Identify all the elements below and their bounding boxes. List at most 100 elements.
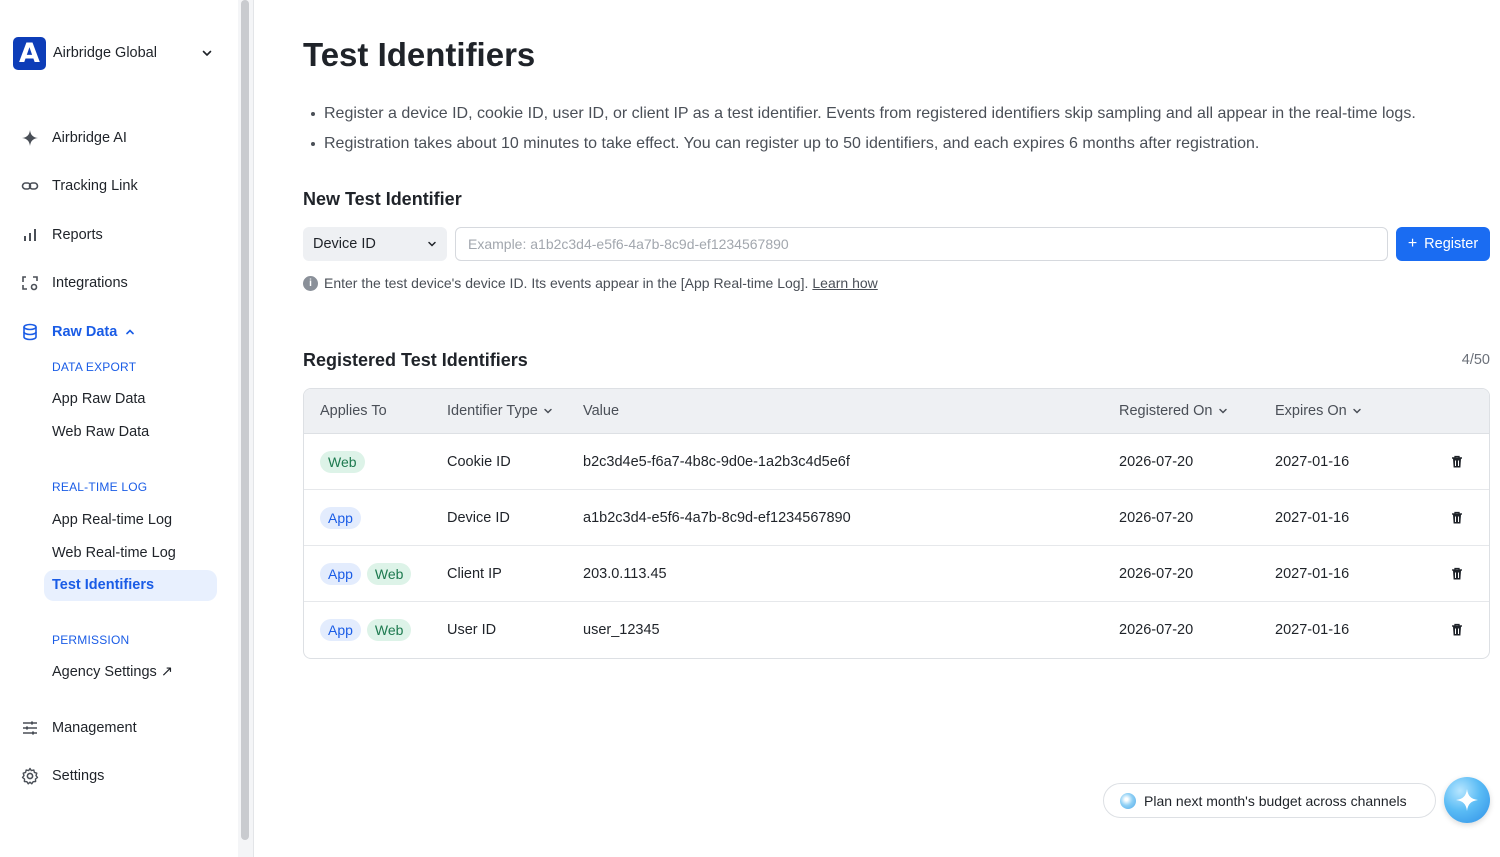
header-identifier-type[interactable]: Identifier Type: [447, 403, 553, 419]
delete-button[interactable]: [1450, 490, 1464, 546]
table-row: App Web Client IP 203.0.113.45 2026-07-2…: [304, 546, 1489, 602]
registered-on-cell: 2026-07-20: [1119, 454, 1194, 470]
expires-on-cell: 2027-01-16: [1275, 622, 1350, 638]
expires-on-cell: 2027-01-16: [1275, 510, 1350, 526]
sliders-icon: [20, 718, 40, 738]
nav-tracking-link[interactable]: Tracking Link: [20, 174, 138, 198]
sparkle-icon: [1456, 789, 1478, 811]
identifier-type-cell: Device ID: [447, 510, 510, 526]
nav-management[interactable]: Management: [20, 716, 137, 740]
sidebar-item-test-identifiers[interactable]: Test Identifiers: [44, 570, 217, 601]
platform-badge-web: Web: [366, 563, 412, 585]
nav-label: Management: [52, 720, 137, 736]
identifier-value-cell: a1b2c3d4-e5f6-4a7b-8c9d-ef1234567890: [583, 510, 851, 526]
register-label: Register: [1424, 236, 1479, 252]
sidebar-item-agency-settings[interactable]: Agency Settings ↗: [52, 664, 173, 684]
ai-orb-icon: [1120, 792, 1136, 809]
section-real-time-log: REAL-TIME LOG: [52, 480, 148, 494]
new-identifier-form: Device ID + Register: [303, 227, 1490, 261]
bar-chart-icon: [20, 225, 40, 245]
input-hint: i Enter the test device's device ID. Its…: [303, 275, 878, 291]
chevron-down-icon: [202, 50, 212, 56]
chevron-down-icon: [1352, 408, 1361, 414]
description-list: Register a device ID, cookie ID, user ID…: [311, 99, 1491, 159]
trash-icon: [1452, 567, 1462, 580]
identifier-type-cell: User ID: [447, 622, 497, 638]
airbridge-logo: A: [13, 36, 46, 70]
delete-button[interactable]: [1450, 602, 1464, 658]
header-label: Expires On: [1275, 403, 1347, 419]
identifier-type-value: Device ID: [313, 236, 376, 252]
applies-to-cell: App Web: [320, 602, 417, 658]
platform-badge-app: App: [320, 507, 361, 529]
identifier-type-cell: Client IP: [447, 566, 502, 582]
database-icon: [20, 322, 40, 342]
nav-airbridge-ai[interactable]: Airbridge AI: [20, 126, 127, 150]
description-item: Registration takes about 10 minutes to t…: [311, 129, 1491, 159]
identifier-value-cell: 203.0.113.45: [583, 566, 667, 582]
identifier-value-input[interactable]: [455, 227, 1388, 261]
expires-on-cell: 2027-01-16: [1275, 454, 1350, 470]
chevron-down-icon: [428, 241, 436, 247]
registered-on-cell: 2026-07-20: [1119, 622, 1194, 638]
sidebar-item-app-real-time-log[interactable]: App Real-time Log: [52, 512, 172, 532]
delete-button[interactable]: [1450, 546, 1464, 602]
platform-badge-web: Web: [320, 451, 365, 473]
table-header: Applies To Identifier Type Value Registe…: [304, 389, 1489, 434]
nav-settings[interactable]: Settings: [20, 764, 104, 788]
ai-suggestion-text: Plan next month's budget across channels: [1144, 792, 1407, 809]
nav-label: Integrations: [52, 275, 128, 291]
section-permission: PERMISSION: [52, 633, 130, 647]
org-switcher[interactable]: A Airbridge Global: [13, 36, 213, 70]
applies-to-cell: App: [320, 490, 367, 546]
identifier-value-cell: user_12345: [583, 622, 660, 638]
sidebar: A Airbridge Global Airbridge AI Tracking…: [0, 0, 238, 857]
nav-label: Tracking Link: [52, 178, 138, 194]
register-button[interactable]: + Register: [1396, 227, 1490, 261]
ai-suggestion-chip[interactable]: Plan next month's budget across channels: [1103, 783, 1436, 818]
table-row: Web Cookie ID b2c3d4e5-f6a7-4b8c-9d0e-1a…: [304, 434, 1489, 490]
identifier-value-cell: b2c3d4e5-f6a7-4b8c-9d0e-1a2b3c4d5e6f: [583, 454, 850, 470]
registered-identifiers-title: Registered Test Identifiers: [303, 350, 528, 370]
registered-on-cell: 2026-07-20: [1119, 566, 1194, 582]
expires-on-cell: 2027-01-16: [1275, 566, 1350, 582]
table-row: App Device ID a1b2c3d4-e5f6-4a7b-8c9d-ef…: [304, 490, 1489, 546]
info-icon: i: [303, 275, 318, 291]
identifier-type-select[interactable]: Device ID: [303, 227, 447, 261]
sidebar-scrollbar-thumb[interactable]: [241, 0, 249, 840]
chevron-down-icon: [1218, 408, 1227, 414]
sidebar-item-app-raw-data[interactable]: App Raw Data: [52, 391, 146, 411]
registered-on-cell: 2026-07-20: [1119, 510, 1194, 526]
nav-reports[interactable]: Reports: [20, 223, 103, 247]
trash-icon: [1452, 623, 1462, 636]
sidebar-item-web-real-time-log[interactable]: Web Real-time Log: [52, 545, 176, 565]
learn-how-link[interactable]: Learn how: [812, 275, 877, 291]
ai-assistant-button[interactable]: [1444, 777, 1490, 823]
nav-raw-data[interactable]: Raw Data: [20, 320, 135, 344]
org-name: Airbridge Global: [53, 45, 157, 61]
trash-icon: [1452, 455, 1462, 468]
header-applies-to: Applies To: [320, 403, 387, 419]
sidebar-item-web-raw-data[interactable]: Web Raw Data: [52, 424, 149, 444]
header-registered-on[interactable]: Registered On: [1119, 403, 1228, 419]
header-value: Value: [583, 403, 620, 419]
nav-integrations[interactable]: Integrations: [20, 271, 128, 295]
page-title: Test Identifiers: [303, 36, 536, 73]
integrations-icon: [20, 273, 40, 293]
header-expires-on[interactable]: Expires On: [1275, 403, 1362, 419]
link-icon: [20, 176, 40, 196]
hint-text: Enter the test device's device ID. Its e…: [324, 275, 809, 291]
applies-to-cell: App Web: [320, 546, 417, 602]
delete-button[interactable]: [1450, 434, 1464, 490]
trash-icon: [1452, 511, 1462, 524]
nav-label: Reports: [52, 227, 103, 243]
platform-badge-app: App: [320, 619, 361, 641]
header-label: Registered On: [1119, 403, 1213, 419]
applies-to-cell: Web: [320, 434, 371, 490]
nav-label: Airbridge AI: [52, 130, 127, 146]
nav-label: Settings: [52, 768, 105, 784]
description-item: Register a device ID, cookie ID, user ID…: [311, 99, 1491, 129]
sparkle-icon: [20, 128, 40, 148]
identifier-type-cell: Cookie ID: [447, 454, 511, 470]
identifiers-table: Applies To Identifier Type Value Registe…: [303, 388, 1490, 659]
